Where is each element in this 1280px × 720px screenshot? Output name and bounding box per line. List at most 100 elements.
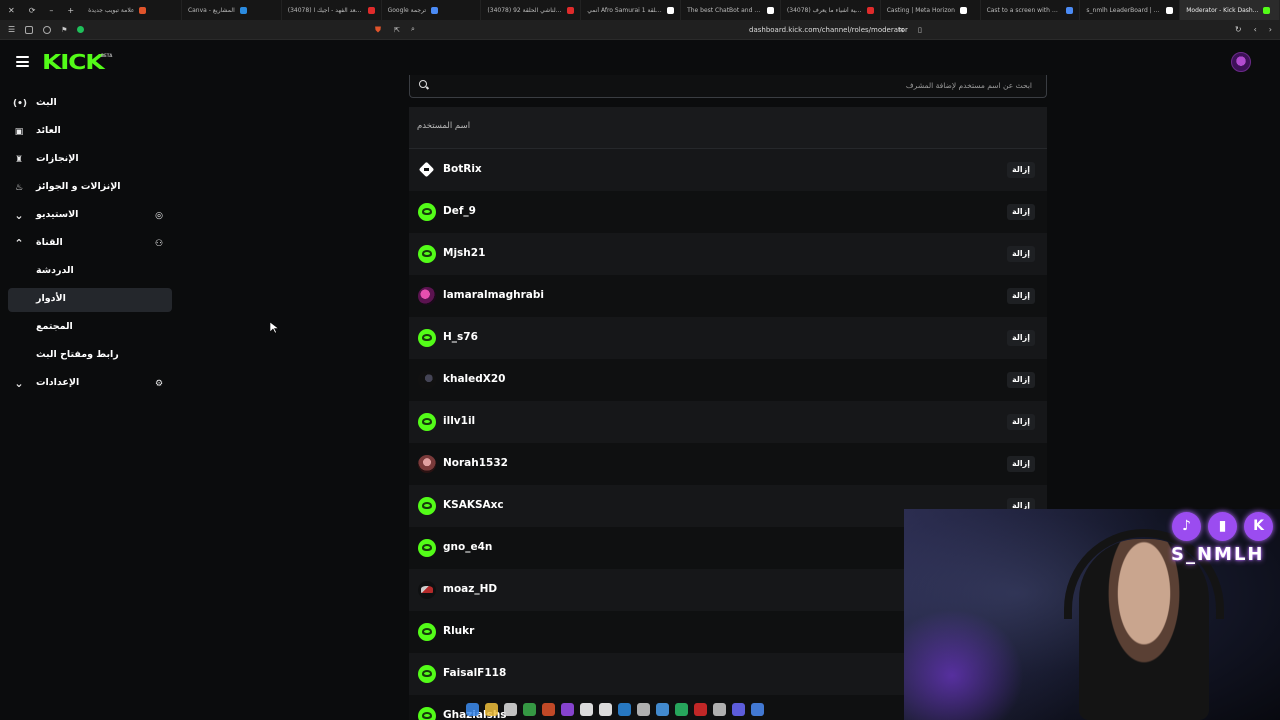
- url-text[interactable]: dashboard.kick.com/channel/roles/moderat…: [749, 26, 908, 34]
- tab-favicon-icon: [766, 6, 774, 14]
- moderator-row: khaledX20 إزالة: [409, 359, 1047, 401]
- remove-moderator-button[interactable]: إزالة: [1007, 372, 1035, 388]
- moderator-username[interactable]: moaz_HD: [443, 583, 497, 595]
- sidebar-item-label: الأدوار: [36, 293, 66, 304]
- back-icon[interactable]: ‹: [1254, 25, 1257, 34]
- remove-moderator-button[interactable]: إزالة: [1007, 162, 1035, 178]
- twitch-studio-icon[interactable]: [561, 702, 574, 716]
- moderator-username[interactable]: lamaralmaghrabi: [443, 289, 544, 301]
- sidebar-item[interactable]: الأدوار: [8, 288, 172, 312]
- moderator-username[interactable]: BotRix: [443, 163, 482, 175]
- sidebar-item[interactable]: الدردشة: [8, 260, 172, 284]
- moderator-username[interactable]: Rlukr: [443, 625, 474, 637]
- translate-icon[interactable]: ⇆: [898, 26, 904, 34]
- steam-icon[interactable]: [656, 702, 669, 716]
- excel-icon[interactable]: [523, 702, 536, 716]
- sidebar-item[interactable]: ⌄ الإعدادات ⚙: [8, 372, 172, 396]
- browser-tab[interactable]: Canva - المشاريع: [182, 0, 282, 20]
- browser-tab[interactable]: Google ترجمة: [382, 0, 482, 20]
- forward-icon[interactable]: ›: [1269, 25, 1272, 34]
- sidebar-item-label: المجتمع: [36, 321, 73, 332]
- vpn-icon[interactable]: [675, 702, 688, 716]
- browser-tab[interactable]: Cast to a screen with Meta...: [981, 0, 1081, 20]
- windows-start-icon[interactable]: [466, 702, 479, 716]
- sidebar-item[interactable]: رابط ومفتاح البث: [8, 344, 172, 368]
- browser-tab[interactable]: The best ChatBot and Widg...: [681, 0, 781, 20]
- file-explorer-icon[interactable]: [485, 702, 498, 716]
- share-icon[interactable]: ⇱: [394, 26, 400, 34]
- browser-tab[interactable]: s_nmlh LeaderBoard | The ...: [1080, 0, 1181, 20]
- browser-tab[interactable]: Moderator - Kick Dash...: [1180, 0, 1280, 20]
- vscode-icon[interactable]: [732, 702, 745, 716]
- reload-icon[interactable]: ⟳: [29, 6, 36, 15]
- tabs-icon[interactable]: [25, 25, 34, 34]
- app-icon[interactable]: [751, 702, 764, 716]
- bookmark-icon[interactable]: ▯: [918, 26, 922, 34]
- browser-tab[interactable]: أنمي Afro Samurai الحلقة 1: [581, 0, 682, 20]
- user-avatar: [418, 665, 436, 683]
- moderator-row: Def_9 إزالة: [409, 191, 1047, 233]
- remove-moderator-button[interactable]: إزالة: [1007, 288, 1035, 304]
- user-avatar: [418, 455, 436, 473]
- toolbar-right: ↻ ‹ ›: [1235, 25, 1272, 34]
- browser-tab[interactable]: (34078) الناشي الحلقة 92 ...: [481, 0, 582, 20]
- record-icon[interactable]: [694, 702, 707, 716]
- tab-title: (34078) سعد الفهد - أجيك ا...: [287, 6, 363, 14]
- moderator-username[interactable]: Norah1532: [443, 457, 508, 469]
- refresh-icon[interactable]: ↻: [1235, 25, 1242, 34]
- notepad-icon[interactable]: [504, 702, 517, 716]
- sidebar-item[interactable]: ▣ العائد: [8, 120, 172, 144]
- brave-shield-icon[interactable]: ⛊: [375, 25, 381, 35]
- sidebar-item-label: الإنزالات و الجوائز: [36, 181, 121, 192]
- minimize-icon[interactable]: –: [49, 6, 53, 15]
- remove-moderator-button[interactable]: إزالة: [1007, 414, 1035, 430]
- sidebar-item[interactable]: ⌃ القناة ⚇: [8, 232, 172, 256]
- search-url-icon[interactable]: ⌕: [411, 25, 415, 34]
- remove-moderator-button[interactable]: إزالة: [1007, 204, 1035, 220]
- gear-icon: ⚙: [154, 379, 164, 389]
- remove-moderator-button[interactable]: إزالة: [1007, 456, 1035, 472]
- leo-icon[interactable]: ⚑: [61, 26, 67, 34]
- moderator-username[interactable]: illv1il: [443, 415, 475, 427]
- settings-icon[interactable]: [713, 702, 726, 716]
- sidebar-item[interactable]: ♨ الإنزالات و الجوائز: [8, 176, 172, 200]
- user-avatar: [418, 413, 436, 431]
- window-controls: ✕ ⟳ – +: [0, 6, 82, 15]
- remove-moderator-button[interactable]: إزالة: [1007, 330, 1035, 346]
- moderator-username[interactable]: khaledX20: [443, 373, 506, 385]
- hamburger-menu-icon[interactable]: [16, 56, 29, 67]
- close-window-icon[interactable]: ✕: [8, 6, 15, 15]
- new-tab-icon[interactable]: +: [67, 6, 74, 15]
- moderator-search-input[interactable]: [432, 78, 1032, 92]
- sidebar-item[interactable]: ⌄ الاستيديو ◎: [8, 204, 172, 228]
- tab-title: (34078) الناشي الحلقة 92 ...: [487, 6, 562, 14]
- remove-moderator-button[interactable]: إزالة: [1007, 246, 1035, 262]
- mail-icon[interactable]: [618, 702, 631, 716]
- kick-icon: K: [1244, 512, 1273, 541]
- moderator-username[interactable]: Def_9: [443, 205, 476, 217]
- moderator-username[interactable]: KSAKSAxc: [443, 499, 504, 511]
- discord-icon[interactable]: [580, 702, 593, 716]
- browser-tab[interactable]: علامة تبويب جديدة: [82, 0, 182, 20]
- sidebar-item[interactable]: ♜ الإنجازات: [8, 148, 172, 172]
- user-avatar: [418, 161, 436, 179]
- browser-tab[interactable]: (34078) سعد الفهد - أجيك ا...: [282, 0, 382, 20]
- obs-icon[interactable]: [599, 702, 612, 716]
- moderator-username[interactable]: gno_e4n: [443, 541, 492, 553]
- moderator-username[interactable]: H_s76: [443, 331, 478, 343]
- history-icon[interactable]: [43, 25, 52, 34]
- sidebar-item[interactable]: (•) البث: [8, 92, 172, 116]
- brave-icon[interactable]: [542, 702, 555, 716]
- tab-title: علامة تبويب جديدة: [88, 6, 135, 14]
- profile-avatar[interactable]: [1231, 52, 1251, 72]
- kick-logo[interactable]: KICK: [42, 50, 105, 74]
- moderator-username[interactable]: Mjsh21: [443, 247, 485, 259]
- browser-tab[interactable]: Casting | Meta Horizon: [881, 0, 981, 20]
- browser-tab[interactable]: (34078) ثمانية أشياء ما يعرف...: [781, 0, 881, 20]
- moderator-username[interactable]: FaisalF118: [443, 667, 506, 679]
- app-grid-icon[interactable]: [637, 702, 650, 716]
- sidebar-item-label: البث: [36, 97, 57, 108]
- vpn-status-icon[interactable]: [77, 26, 85, 33]
- menu-icon[interactable]: ☰: [8, 25, 15, 34]
- sidebar-item[interactable]: المجتمع: [8, 316, 172, 340]
